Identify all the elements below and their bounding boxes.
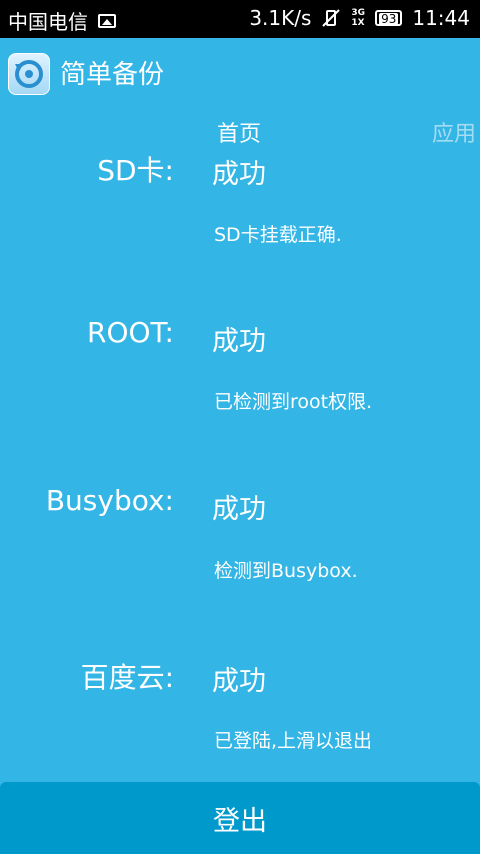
sd-card-label: SD卡: — [97, 154, 174, 187]
logout-button[interactable]: 登出 — [0, 782, 480, 854]
vibrate-icon — [322, 9, 341, 27]
sd-card-status: 成功 — [212, 159, 266, 190]
root-label: ROOT: — [87, 316, 174, 349]
image-notification-icon — [98, 13, 116, 28]
app-title: 简单备份 — [60, 60, 165, 90]
busybox-detail: 检测到Busybox. — [214, 560, 358, 582]
tab-bar: 首页 应用 — [0, 114, 480, 148]
baidu-cloud-label: 百度云: — [80, 661, 174, 694]
action-bar: 简单备份 — [0, 38, 480, 104]
app-logo-icon[interactable] — [8, 53, 50, 95]
network-speed: 3.1K/s — [249, 6, 312, 30]
baidu-cloud-status: 成功 — [212, 666, 266, 697]
busybox-status: 成功 — [212, 494, 266, 525]
carrier-name: 中国电信 — [8, 10, 88, 34]
tab-apps[interactable]: 应用 — [432, 116, 476, 148]
busybox-label: Busybox: — [45, 484, 174, 517]
battery-icon: 93 — [375, 10, 403, 26]
tab-home[interactable]: 首页 — [217, 116, 261, 148]
baidu-cloud-detail: 已登陆,上滑以退出 — [214, 730, 373, 752]
logout-button-label: 登出 — [213, 805, 267, 837]
sd-card-detail: SD卡挂载正确. — [214, 224, 342, 246]
clock: 11:44 — [412, 6, 470, 30]
signal-icon: 3G 1X — [351, 8, 366, 28]
root-detail: 已检测到root权限. — [214, 391, 373, 413]
root-status: 成功 — [212, 326, 266, 357]
status-bar: 中国电信 3.1K/s 3G 1X 93 11:44 — [0, 0, 480, 38]
